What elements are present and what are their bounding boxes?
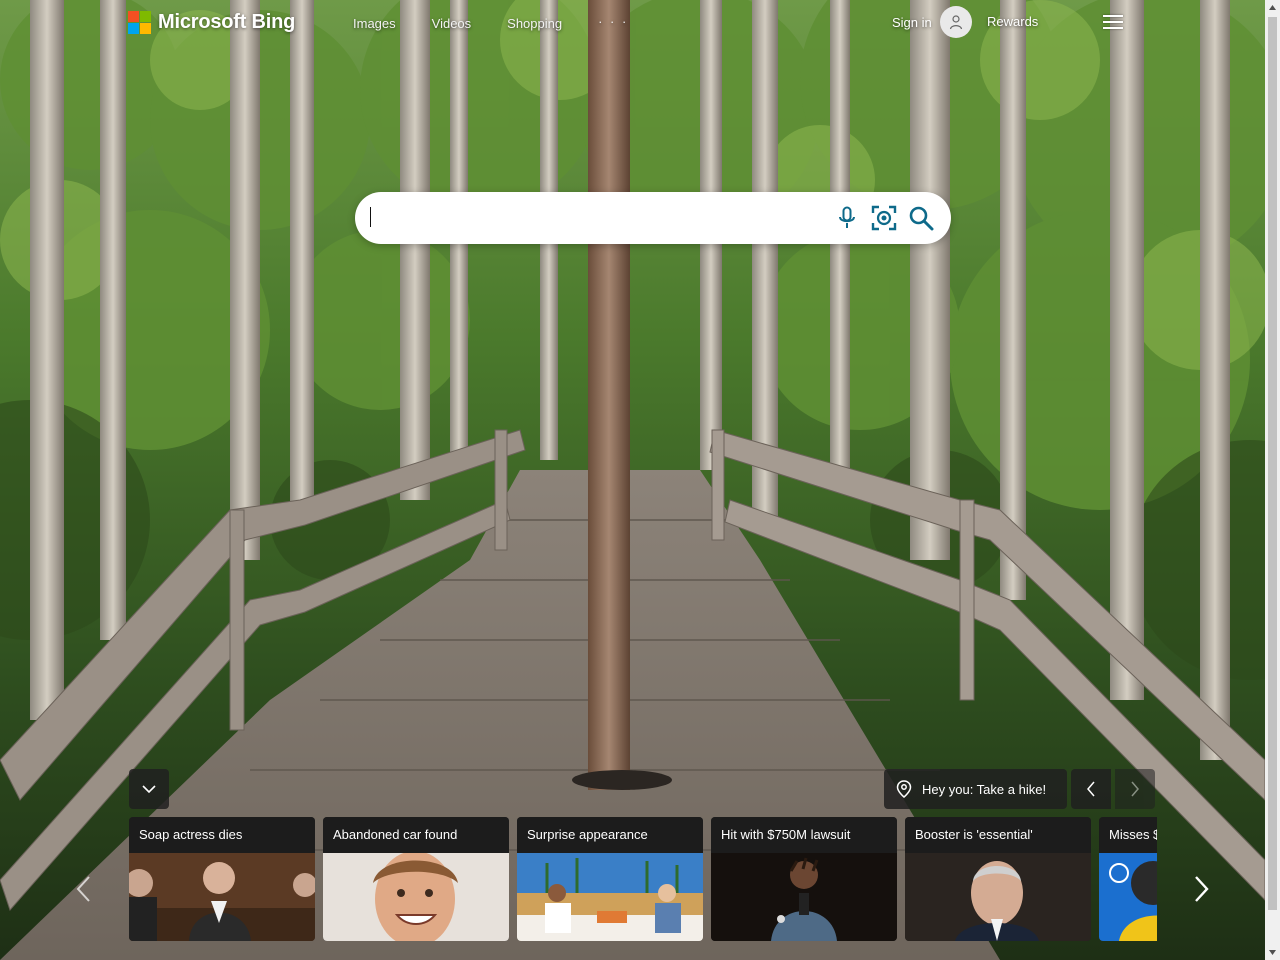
bing-logo[interactable]: Microsoft Bing	[128, 10, 295, 34]
chevron-down-icon	[142, 785, 156, 794]
person-icon	[939, 6, 972, 38]
news-card-title: Abandoned car found	[323, 817, 509, 853]
news-card[interactable]: Hit with $750M lawsuit	[711, 817, 897, 941]
nav-shopping[interactable]: Shopping	[489, 14, 580, 33]
rewards-link[interactable]: Rewards	[987, 14, 1038, 29]
news-card-thumbnail	[517, 853, 703, 941]
news-card[interactable]: Abandoned car found	[323, 817, 509, 941]
news-card-title: Soap actress dies	[129, 817, 315, 853]
next-wallpaper-button[interactable]	[1115, 769, 1155, 809]
search-submit-icon[interactable]	[907, 204, 935, 232]
scope-nav: Images Videos Shopping · · ·	[335, 14, 646, 33]
news-card-title: Hit with $750M lawsuit	[711, 817, 897, 853]
news-next-button[interactable]	[1187, 868, 1217, 910]
scroll-down-arrow-icon[interactable]	[1265, 945, 1280, 960]
chevron-right-icon	[1131, 781, 1139, 797]
news-card[interactable]: Misses $	[1099, 817, 1157, 941]
search-input[interactable]	[371, 202, 811, 234]
microphone-icon[interactable]	[833, 204, 861, 232]
news-card-thumbnail	[129, 853, 315, 941]
search-box	[355, 192, 951, 244]
wallpaper-info-button[interactable]: Hey you: Take a hike!	[884, 769, 1067, 809]
news-card[interactable]: Booster is 'essential'	[905, 817, 1091, 941]
news-carousel: Soap actress dies Abandoned car found Su…	[129, 817, 1157, 941]
scroll-up-arrow-icon[interactable]	[1265, 0, 1280, 15]
hamburger-menu-icon[interactable]	[1100, 10, 1126, 34]
chevron-left-icon	[1087, 781, 1095, 797]
chevron-right-icon	[1195, 876, 1209, 902]
nav-more-button[interactable]: · · ·	[580, 14, 646, 33]
news-card-thumbnail	[711, 853, 897, 941]
nav-images[interactable]: Images	[335, 14, 414, 33]
news-card-title: Misses $	[1099, 817, 1157, 853]
brand-name: Microsoft Bing	[158, 10, 296, 33]
page-scrollbar[interactable]	[1265, 0, 1280, 960]
news-card-thumbnail	[905, 853, 1091, 941]
top-header: Microsoft Bing Images Videos Shopping · …	[0, 0, 1280, 46]
news-card[interactable]: Surprise appearance	[517, 817, 703, 941]
news-card-thumbnail	[1099, 853, 1157, 941]
sign-in-label: Sign in	[892, 14, 932, 30]
location-pin-icon	[896, 780, 912, 798]
wallpaper-image	[0, 0, 1280, 960]
news-card-title: Booster is 'essential'	[905, 817, 1091, 853]
scrollbar-thumb[interactable]	[1268, 17, 1277, 910]
wallpaper-caption: Hey you: Take a hike!	[922, 781, 1047, 797]
microsoft-logo-icon	[128, 10, 151, 34]
collapse-feed-button[interactable]	[129, 769, 169, 809]
previous-wallpaper-button[interactable]	[1071, 769, 1111, 809]
news-card[interactable]: Soap actress dies	[129, 817, 315, 941]
news-card-title: Surprise appearance	[517, 817, 703, 853]
news-previous-button[interactable]	[68, 868, 98, 910]
visual-search-icon[interactable]	[870, 204, 898, 232]
sign-in-button[interactable]: Sign in	[892, 6, 972, 38]
text-cursor	[370, 207, 371, 227]
chevron-left-icon	[76, 876, 90, 902]
news-card-thumbnail	[323, 853, 509, 941]
nav-videos[interactable]: Videos	[414, 14, 490, 33]
